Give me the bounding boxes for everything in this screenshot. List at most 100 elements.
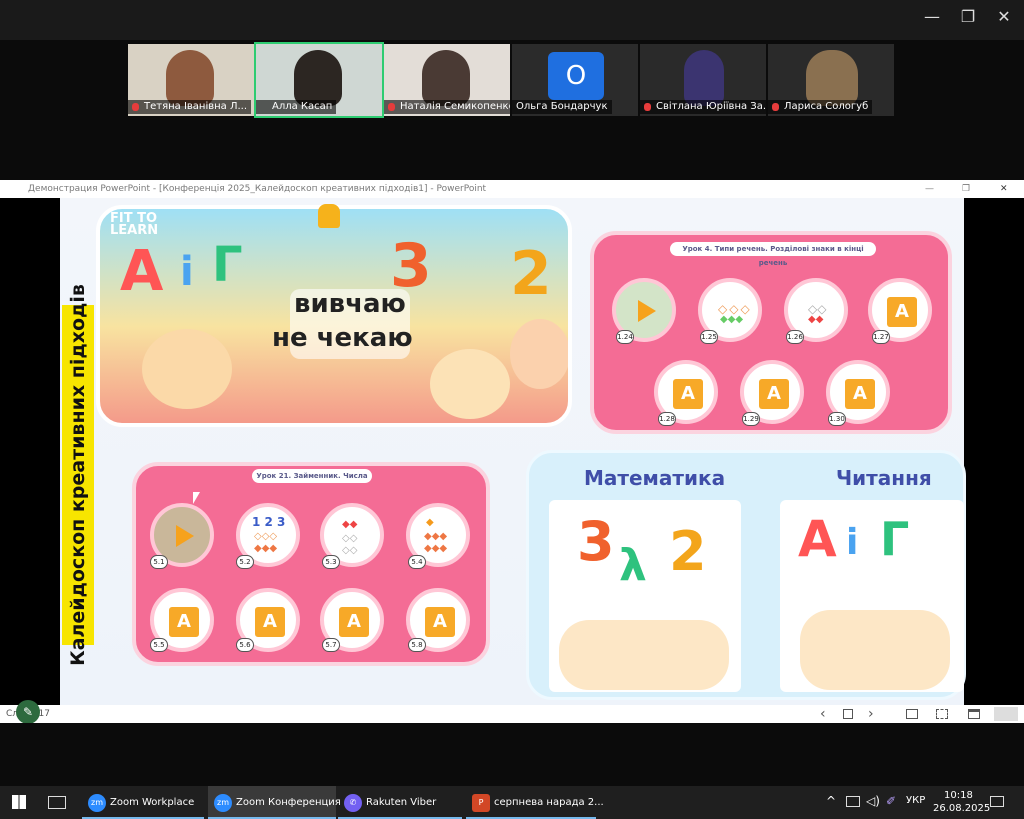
taskbar-powerpoint[interactable]: Pсерпнева нарада 2... [466, 786, 604, 819]
item-number: 5.6 [236, 638, 254, 652]
participant-tile[interactable]: Тетяна Іванівна Л... [128, 44, 254, 116]
diamond-icon: ◆◆◆ [424, 543, 448, 554]
zoom-title-bar: — ❐ ✕ [0, 0, 1024, 40]
banner-letter-decor: і [180, 249, 194, 295]
letter-decor: A [798, 510, 837, 568]
close-button[interactable]: ✕ [986, 6, 1022, 28]
diamond-icon: ◇◇ [342, 545, 358, 556]
participant-name: Світлана Юріївна За... [640, 100, 766, 114]
diamond-icon: ◇◇◇ [254, 531, 278, 542]
prev-slide-button[interactable]: ‹ [820, 705, 826, 723]
volume-icon[interactable]: ◁) [866, 794, 880, 808]
reading-image[interactable]: A і Г [780, 500, 964, 692]
children-illustration [559, 620, 729, 690]
participant-name: Тетяна Іванівна Л... [128, 100, 252, 114]
viber-icon: ✆ [344, 794, 362, 812]
participant-name: Лариса Сологуб [768, 100, 873, 114]
window-title: Демонстрация PowerPoint - [Конференція 2… [28, 184, 487, 194]
windows-taskbar: zm Zoom Workplace zm Zoom Конференция ✆ Rak… [0, 786, 1024, 819]
zoom-icon: zm [214, 794, 232, 812]
participant-strip: Тетяна Іванівна Л... Алла Касап Наталія … [0, 40, 1024, 120]
participant-video [806, 50, 858, 106]
diamond-icon: ◇◇ [342, 533, 358, 544]
participant-video [166, 50, 214, 106]
child-illustration [510, 319, 568, 389]
powerpoint-status-bar: Слайд 17 ‹ › [0, 705, 1024, 723]
network-icon[interactable] [846, 796, 860, 807]
diamond-icon: ◆◆ [808, 314, 824, 325]
participant-tile[interactable]: Світлана Юріївна За... [640, 44, 766, 116]
item-number: 1.25 [700, 330, 718, 344]
diamond-icon: ◆◆◆ [424, 531, 448, 542]
subject-math-title[interactable]: Математика [584, 466, 725, 490]
participant-tile[interactable]: Наталія Семикопенко [384, 44, 510, 116]
participant-tile-active[interactable]: Алла Касап [254, 42, 384, 118]
slide-letterbox-left [0, 198, 60, 705]
child-illustration [430, 349, 510, 419]
taskbar-zoom-workplace[interactable]: zm Zoom Workplace [82, 786, 204, 819]
item-number: 5.7 [322, 638, 340, 652]
slideshow-view-icon[interactable] [994, 707, 1018, 721]
pen-icon[interactable]: ✐ [886, 794, 896, 808]
item-number: 5.8 [408, 638, 426, 652]
diamond-icon: ◆◆ [342, 519, 358, 530]
taskbar-viber[interactable]: ✆ Rakuten Viber [338, 786, 462, 819]
slide-sorter-icon[interactable] [936, 709, 948, 719]
taskbar-zoom-conference[interactable]: zm Zoom Конференция [208, 786, 341, 819]
muted-mic-icon [388, 103, 395, 111]
item-number: 5.5 [150, 638, 168, 652]
diamond-icon: ◆◆◆ [720, 314, 744, 325]
banner-letter-decor: Г [212, 237, 243, 293]
participant-name: Ольга Бондарчук [512, 100, 612, 114]
pp-restore-button[interactable]: ❐ [962, 180, 970, 198]
tray-chevron-icon[interactable]: ^ [826, 794, 836, 808]
item-number: 5.3 [322, 555, 340, 569]
digits-label: 1 2 3 [252, 515, 286, 529]
slide-menu-icon[interactable] [843, 709, 853, 719]
diamond-icon: ◆◆◆ [254, 543, 278, 554]
task-view-icon[interactable] [48, 796, 66, 809]
child-illustration [142, 329, 232, 409]
minimize-button[interactable]: — [914, 6, 950, 28]
diamond-icon: ◆ [426, 517, 434, 528]
restore-button[interactable]: ❐ [950, 6, 986, 28]
next-slide-button[interactable]: › [868, 705, 874, 723]
normal-view-icon[interactable] [906, 709, 918, 719]
reading-view-icon[interactable] [968, 709, 980, 719]
math-image[interactable]: 3 λ 2 [549, 500, 741, 692]
participant-tile[interactable]: О Ольга Бондарчук [512, 44, 638, 116]
windows-start-icon[interactable] [12, 795, 26, 809]
zoom-icon: zm [88, 794, 106, 812]
clock-time[interactable]: 10:18 [944, 790, 973, 801]
play-icon [638, 300, 656, 322]
participant-video [684, 50, 724, 106]
item-number: 1.26 [786, 330, 804, 344]
share-background [0, 120, 1024, 180]
letter-decor: Г [880, 512, 910, 566]
digit-decor: 3 [577, 510, 615, 573]
pp-minimize-button[interactable]: — [925, 180, 934, 198]
language-indicator[interactable]: УКР [906, 795, 925, 806]
item-number: 5.1 [150, 555, 168, 569]
digit-decor: 2 [669, 520, 707, 583]
powerpoint-icon: P [472, 794, 490, 812]
book-icon: A [845, 379, 875, 409]
participant-video [294, 50, 342, 106]
subject-reading-title[interactable]: Читання [836, 466, 932, 490]
clock-date[interactable]: 26.08.2025 [933, 803, 990, 814]
banner-letter-decor: A [120, 239, 164, 304]
pen-annotation-icon[interactable]: ✎ [16, 700, 40, 724]
book-icon: A [887, 297, 917, 327]
avatar: О [548, 52, 604, 100]
item-number: 1.28 [658, 412, 676, 426]
participant-tile[interactable]: Лариса Сологуб [768, 44, 894, 116]
lesson21-label: Урок 21. Займенник. Числа [252, 469, 372, 483]
item-number: 1.24 [616, 330, 634, 344]
participant-name: Алла Касап [256, 100, 337, 114]
notifications-icon[interactable] [990, 796, 1004, 807]
children-illustration [800, 610, 950, 690]
pp-close-button[interactable]: ✕ [1000, 180, 1008, 198]
mouse-cursor-icon [193, 492, 200, 504]
play-icon [176, 525, 194, 547]
slide-letterbox-right [964, 198, 1024, 705]
